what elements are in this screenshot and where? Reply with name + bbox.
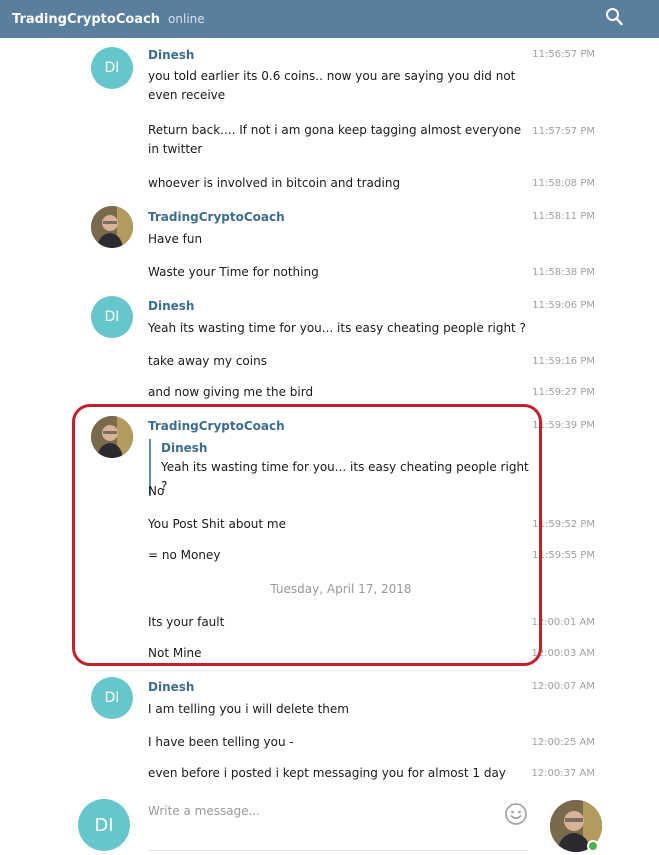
chat-status: online: [168, 12, 205, 26]
date-separator: Tuesday, April 17, 2018: [270, 582, 412, 596]
message-time: 11:57:57 PM: [532, 126, 595, 137]
sender-name[interactable]: Dinesh: [148, 680, 194, 694]
message-time: 11:56:57 PM: [532, 49, 595, 60]
message-text: Its your fault: [148, 615, 225, 629]
message-time: 12:00:37 AM: [531, 768, 595, 779]
message-time: 11:59:55 PM: [532, 550, 595, 561]
message-time: 11:59:27 PM: [532, 387, 595, 398]
message-time: 12:00:07 AM: [531, 681, 595, 692]
emoji-icon[interactable]: [504, 802, 528, 826]
message-time: 12:00:01 AM: [531, 617, 595, 628]
message-text: even before i posted i kept messaging yo…: [148, 766, 506, 780]
message-input[interactable]: [148, 798, 498, 824]
input-underline: [148, 850, 528, 851]
profile-photo-icon: [91, 416, 133, 458]
message-text: take away my coins: [148, 354, 267, 368]
message-time: 11:59:16 PM: [532, 356, 595, 367]
message-time: 12:00:03 AM: [531, 648, 595, 659]
sender-name[interactable]: TradingCryptoCoach: [148, 210, 285, 224]
message-text: No: [148, 484, 165, 498]
avatar[interactable]: DI: [91, 47, 133, 89]
message-text: Yeah its wasting time for you... its eas…: [148, 321, 526, 335]
message-text: I have been telling you -: [148, 735, 294, 749]
message-time: 12:00:25 AM: [531, 737, 595, 748]
message-text: Return back.... If not i am gona keep ta…: [148, 123, 522, 156]
avatar[interactable]: DI: [91, 296, 133, 338]
message-list[interactable]: DI Dinesh 11:56:57 PM you told earlier i…: [0, 38, 659, 790]
message-time: 11:59:39 PM: [532, 420, 595, 431]
message-time: 11:58:11 PM: [532, 211, 595, 222]
message-text: Waste your Time for nothing: [148, 265, 319, 279]
avatar[interactable]: DI: [78, 799, 130, 851]
avatar[interactable]: [91, 206, 133, 248]
message-composer: DI: [0, 790, 659, 855]
chat-header: TradingCryptoCoach online: [0, 0, 659, 38]
avatar[interactable]: [91, 416, 133, 458]
sender-name[interactable]: TradingCryptoCoach: [148, 419, 285, 433]
message-text: you told earlier its 0.6 coins.. now you…: [148, 69, 516, 102]
sender-name[interactable]: Dinesh: [148, 48, 194, 62]
message-text: and now giving me the bird: [148, 385, 314, 399]
message-time: 11:58:38 PM: [532, 267, 595, 278]
message-text: whoever is involved in bitcoin and tradi…: [148, 176, 401, 190]
profile-photo-icon: [91, 206, 133, 248]
message-text: You Post Shit about me: [148, 517, 287, 531]
reply-sender: Dinesh: [161, 441, 208, 455]
online-indicator: [587, 840, 599, 852]
message-time: 11:58:08 PM: [532, 178, 595, 189]
message-time: 11:59:52 PM: [532, 519, 595, 530]
message-text: Have fun: [148, 232, 203, 246]
sender-name[interactable]: Dinesh: [148, 299, 194, 313]
message-text: Not Mine: [148, 646, 202, 660]
avatar[interactable]: DI: [91, 677, 133, 719]
message-time: 11:59:06 PM: [532, 300, 595, 311]
message-text: = no Money: [148, 548, 221, 562]
message-text: I am telling you i will delete them: [148, 702, 349, 716]
chat-title[interactable]: TradingCryptoCoach: [12, 12, 160, 27]
search-icon[interactable]: [605, 7, 623, 27]
